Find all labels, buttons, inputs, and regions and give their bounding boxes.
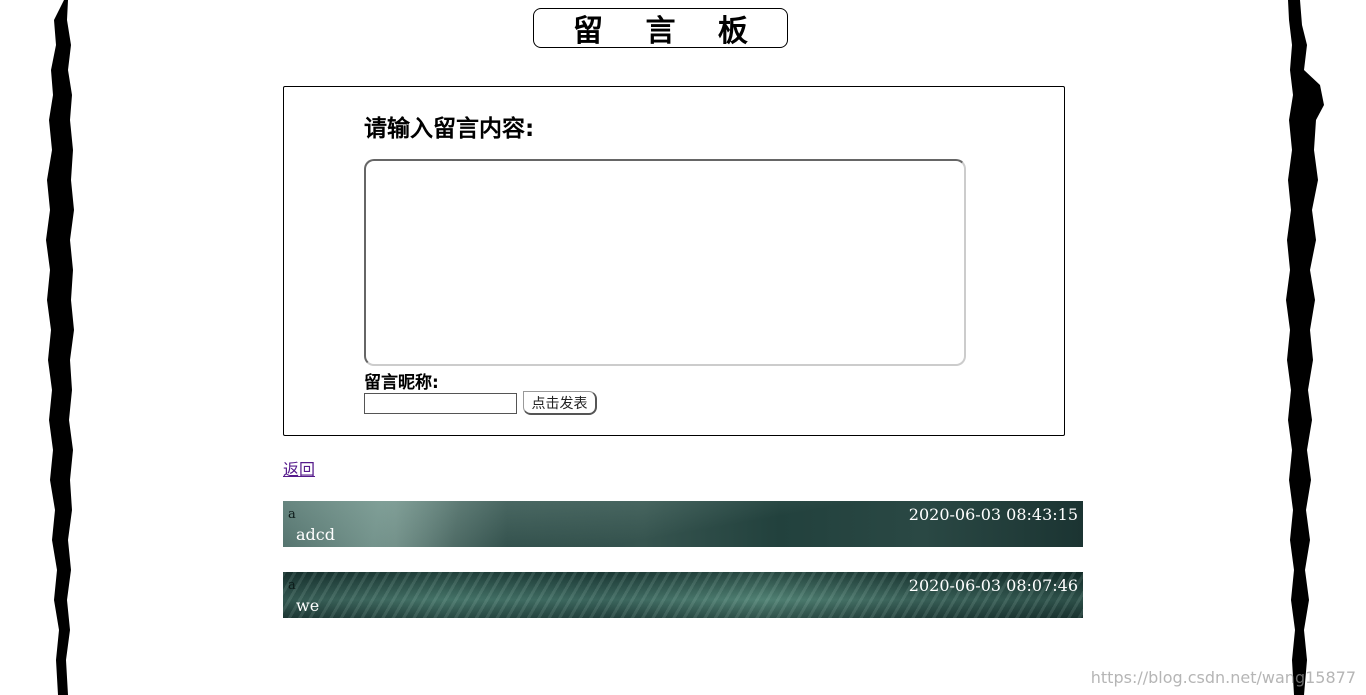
submit-button[interactable]: 点击发表 <box>523 391 597 415</box>
message-author: a <box>288 507 296 522</box>
nickname-input[interactable] <box>364 393 517 414</box>
left-torn-edge-decoration <box>46 0 74 695</box>
message-timestamp: 2020-06-03 08:43:15 <box>908 505 1078 524</box>
message-content-textarea[interactable] <box>364 159 966 366</box>
message-item: a 2020-06-03 08:07:46 we <box>283 572 1083 618</box>
page-title: 留 言 板 <box>533 8 788 49</box>
message-form-panel: 请输入留言内容: 留言昵称: 点击发表 <box>283 86 1065 436</box>
message-author: a <box>288 578 296 593</box>
content-prompt-label: 请输入留言内容: <box>364 116 535 142</box>
right-torn-edge-decoration <box>1286 0 1324 695</box>
message-item: a 2020-06-03 08:43:15 adcd <box>283 501 1083 547</box>
message-content: we <box>296 596 320 615</box>
watermark-text: https://blog.csdn.net/wang15877 <box>1090 668 1356 687</box>
message-content: adcd <box>296 525 335 544</box>
nickname-label: 留言昵称: <box>364 373 439 393</box>
message-timestamp: 2020-06-03 08:07:46 <box>908 576 1078 595</box>
back-link[interactable]: 返回 <box>283 456 315 480</box>
